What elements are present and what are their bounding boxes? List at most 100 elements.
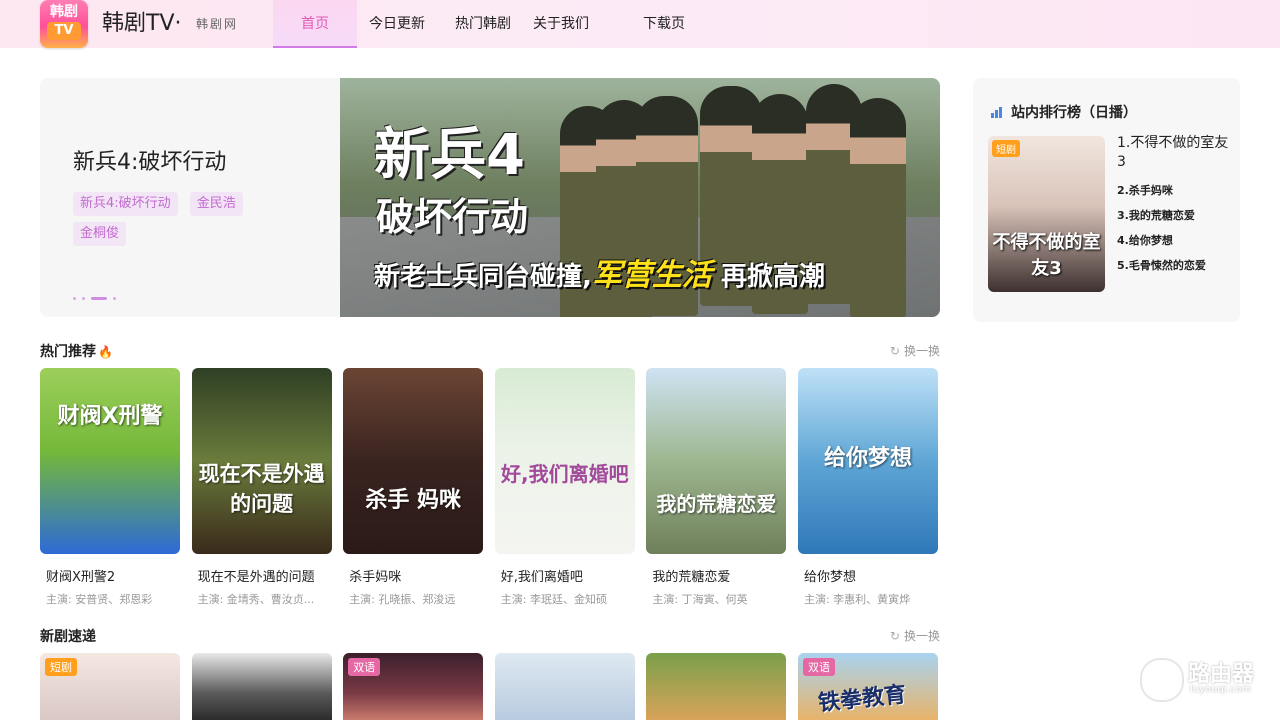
banner-tag[interactable]: 金桐俊 <box>73 222 127 246</box>
banner-tag[interactable]: 新兵4:破坏行动 <box>73 192 178 216</box>
card-cast: 主演: 金埥秀、曹汝贞... <box>197 593 315 606</box>
drama-card[interactable] <box>494 653 635 720</box>
card-poster[interactable] <box>191 653 332 720</box>
short-drama-badge: 短剧 <box>45 658 77 676</box>
new-refresh-button[interactable]: ↻ 换一换 <box>890 627 940 644</box>
banner-tag[interactable]: 金民浩 <box>189 192 243 216</box>
poster-text: 杀手 妈咪 <box>365 488 462 513</box>
card-poster[interactable] <box>494 653 635 720</box>
hot-section-title: 热门推荐 🔥 <box>40 341 113 361</box>
card-title[interactable]: 我的荒糖恋爱 <box>652 566 786 585</box>
site-logo[interactable]: 韩剧 TV <box>40 0 88 48</box>
nav-popular-dramas[interactable]: 热门韩剧 <box>443 0 527 48</box>
ranking-item[interactable]: 4.给你梦想 <box>1117 228 1229 253</box>
carousel-dot[interactable] <box>82 297 85 300</box>
ranking-list: 1.不得不做的室友3 2.杀手妈咪 3.我的荒糖恋爱 4.给你梦想 5.毛骨悚然… <box>1117 134 1229 278</box>
carousel-dots <box>73 297 122 300</box>
fire-icon: 🔥 <box>98 345 113 359</box>
nav-home[interactable]: 首页 <box>273 0 357 48</box>
drama-card[interactable]: 给你梦想 给你梦想 主演: 李惠利、黄寅烨 <box>797 368 938 607</box>
new-section-title: 新剧速递 <box>40 629 96 645</box>
card-title[interactable]: 杀手妈咪 <box>349 566 483 585</box>
banner-tags: 新兵4:破坏行动 金民浩 金桐俊 <box>73 192 313 252</box>
drama-card[interactable] <box>191 653 332 720</box>
drama-card[interactable]: 我的荒糖恋爱 我的荒糖恋爱 主演: 丁海寅、何英 <box>646 368 787 607</box>
card-poster[interactable]: 双语 <box>343 653 484 720</box>
card-title[interactable]: 现在不是外遇的问题 <box>198 566 332 585</box>
card-poster[interactable]: 给你梦想 <box>797 368 938 554</box>
ranking-item[interactable]: 5.毛骨悚然的恋爱 <box>1117 253 1229 278</box>
card-cast: 主演: 李珉廷、金知硕 <box>500 593 607 606</box>
card-poster[interactable]: 财阀X刑警 <box>40 368 180 554</box>
watermark-sub: luyouqi.com <box>1190 684 1252 695</box>
poster-tagline-highlight: 军营生活 <box>591 258 712 293</box>
card-poster[interactable]: 我的荒糖恋爱 <box>646 368 787 554</box>
site-name[interactable]: 韩剧TV· <box>102 8 181 40</box>
bilingual-badge: 双语 <box>802 658 835 676</box>
site-subtitle: 韩剧网 <box>196 17 239 31</box>
drama-card[interactable]: 现在不是外遇的问题 现在不是外遇的问题 主演: 金埥秀、曹汝贞... <box>191 368 332 607</box>
card-poster[interactable] <box>646 653 787 720</box>
logo-text-bottom: TV <box>47 22 81 40</box>
hot-refresh-button[interactable]: ↻ 换一换 <box>890 342 940 359</box>
carousel-dot-active[interactable] <box>91 297 107 300</box>
watermark: 路由器 luyouqi.com <box>1140 656 1270 702</box>
main-nav: 首页 今日更新 热门韩剧 关于我们 下载页 <box>273 0 701 48</box>
top-header: 韩剧 TV 韩剧TV· 韩剧网 首页 今日更新 热门韩剧 关于我们 下载页 <box>0 0 1280 48</box>
router-icon <box>1140 658 1184 702</box>
banner-poster[interactable]: 新兵4 破坏行动 新老士兵同台碰撞,军营生活 再掀高潮 <box>340 78 940 317</box>
card-poster[interactable]: 杀手 妈咪 <box>343 368 484 554</box>
poster-subtitle: 破坏行动 <box>376 195 529 239</box>
ranking-title: 站内排行榜（日播） <box>991 102 1137 122</box>
drama-card[interactable]: 双语 铁拳教育 <box>797 653 938 720</box>
ranking-item[interactable]: 2.杀手妈咪 <box>1117 178 1229 203</box>
poster-text: 现在不是外遇的问题 <box>198 462 325 516</box>
card-poster[interactable]: 现在不是外遇的问题 <box>191 368 332 554</box>
featured-banner[interactable]: 新兵4:破坏行动 新兵4:破坏行动 金民浩 金桐俊 新兵4 破坏行动 新老士兵同… <box>40 78 940 317</box>
drama-card[interactable] <box>646 653 787 720</box>
ranking-item[interactable]: 3.我的荒糖恋爱 <box>1117 203 1229 228</box>
bar-chart-icon <box>991 106 1005 118</box>
poster-tagline-a: 新老士兵同台碰撞, <box>374 262 592 292</box>
hot-cards: 财阀X刑警 财阀X刑警2 主演: 安普贤、郑恩彩 现在不是外遇的问题 现在不是外… <box>40 368 950 607</box>
card-title[interactable]: 财阀X刑警2 <box>46 566 180 585</box>
refresh-label: 换一换 <box>903 629 940 643</box>
poster-text: 财阀X刑警 <box>57 404 163 429</box>
refresh-icon: ↻ <box>889 629 900 643</box>
carousel-dot[interactable] <box>113 297 116 300</box>
card-title[interactable]: 好,我们离婚吧 <box>501 566 635 585</box>
card-poster[interactable]: 双语 铁拳教育 <box>797 653 938 720</box>
poster-text: 我的荒糖恋爱 <box>656 492 777 516</box>
poster-text: 好,我们离婚吧 <box>500 462 629 486</box>
ranking-title-text: 站内排行榜（日播） <box>1011 105 1137 121</box>
drama-card[interactable]: 双语 <box>343 653 484 720</box>
poster-text: 给你梦想 <box>823 446 912 471</box>
poster-tagline-c: 再掀高潮 <box>720 262 825 292</box>
bilingual-badge: 双语 <box>348 658 381 676</box>
hot-section-title-text: 热门推荐 <box>40 344 96 360</box>
carousel-dot[interactable] <box>73 297 76 300</box>
card-poster[interactable]: 短剧 <box>40 653 180 720</box>
card-cast: 主演: 丁海寅、何英 <box>652 593 748 606</box>
refresh-icon: ↻ <box>889 344 900 358</box>
card-title[interactable]: 给你梦想 <box>804 566 938 585</box>
drama-card[interactable]: 好,我们离婚吧 好,我们离婚吧 主演: 李珉廷、金知硕 <box>494 368 635 607</box>
new-cards: 短剧 双语 双语 铁拳教育 <box>40 653 950 720</box>
banner-title[interactable]: 新兵4:破坏行动 <box>73 144 226 176</box>
poster-title: 新兵4 <box>374 123 525 188</box>
drama-card[interactable]: 财阀X刑警 财阀X刑警2 主演: 安普贤、郑恩彩 <box>40 368 180 607</box>
drama-card[interactable]: 杀手 妈咪 杀手妈咪 主演: 孔晓振、郑浚远 <box>343 368 484 607</box>
poster-tagline: 新老士兵同台碰撞,军营生活 再掀高潮 <box>374 250 825 294</box>
nav-about-us[interactable]: 关于我们 <box>527 0 617 48</box>
card-cast: 主演: 安普贤、郑恩彩 <box>46 593 153 606</box>
refresh-label: 换一换 <box>903 344 940 358</box>
card-poster[interactable]: 好,我们离婚吧 <box>494 368 635 554</box>
ranking-item[interactable]: 1.不得不做的室友3 <box>1117 134 1229 172</box>
nav-download[interactable]: 下载页 <box>617 0 701 48</box>
card-cast: 主演: 李惠利、黄寅烨 <box>803 593 911 606</box>
short-drama-badge: 短剧 <box>992 140 1020 157</box>
drama-card[interactable]: 短剧 <box>40 653 180 720</box>
ranking-thumbnail[interactable]: 短剧 不得不做的室友3 <box>988 136 1105 292</box>
ranking-panel: 站内排行榜（日播） 短剧 不得不做的室友3 1.不得不做的室友3 2.杀手妈咪 … <box>973 78 1240 322</box>
nav-today-updates[interactable]: 今日更新 <box>357 0 443 48</box>
